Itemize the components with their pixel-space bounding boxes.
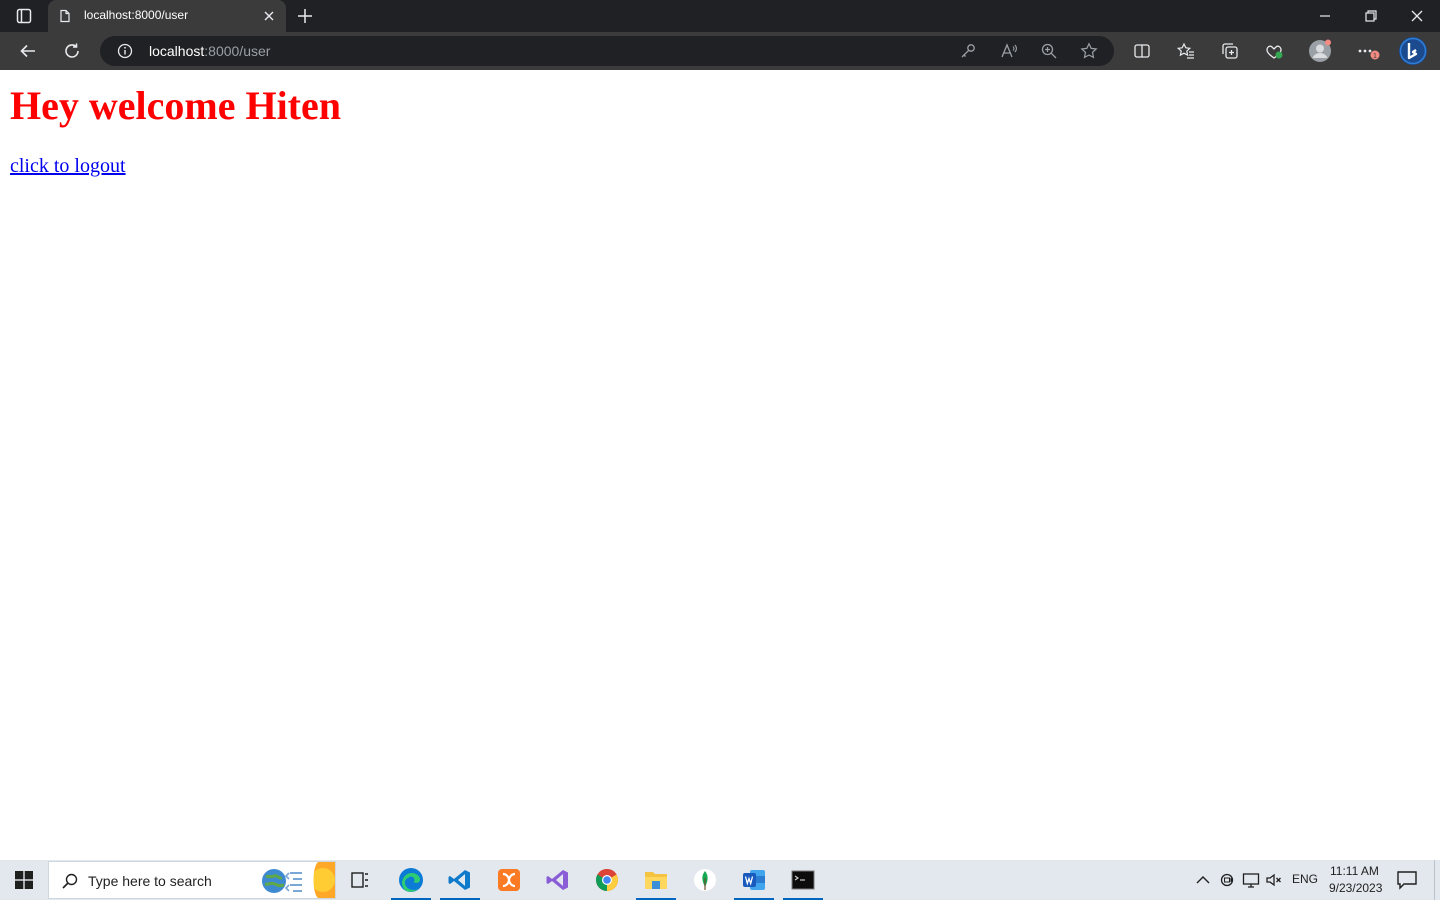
vscode-app-icon[interactable]	[438, 860, 482, 900]
network-icon[interactable]	[1242, 871, 1260, 889]
read-aloud-icon[interactable]	[1000, 42, 1018, 60]
close-icon[interactable]	[262, 9, 276, 23]
tab-title: localhost:8000/user	[84, 8, 189, 22]
file-explorer-app-icon[interactable]	[634, 860, 678, 900]
collections-icon[interactable]	[1220, 41, 1240, 61]
info-icon[interactable]	[117, 43, 133, 59]
minimize-button[interactable]	[1317, 8, 1333, 24]
page-viewport: Hey welcome Hiten click to logout	[0, 70, 1440, 860]
address-bar[interactable]: localhost:8000/user	[100, 36, 1114, 66]
tab-strip: localhost:8000/user	[0, 0, 1440, 32]
refresh-button[interactable]	[62, 41, 82, 61]
profile-avatar[interactable]	[1308, 39, 1332, 63]
back-button[interactable]	[18, 41, 38, 61]
favorite-star-icon[interactable]	[1080, 42, 1098, 60]
chevron-up-icon[interactable]	[1194, 871, 1212, 889]
search-icon	[61, 872, 79, 890]
chrome-app-icon[interactable]	[585, 860, 629, 900]
page-icon	[58, 9, 72, 23]
close-window-button[interactable]	[1409, 8, 1425, 24]
new-tab-button[interactable]	[296, 7, 314, 25]
key-icon[interactable]	[959, 42, 977, 60]
search-placeholder: Type here to search	[88, 873, 212, 889]
welcome-heading: Hey welcome Hiten	[10, 83, 341, 128]
language-indicator[interactable]: ENG	[1292, 872, 1318, 886]
clock-time[interactable]: 11:11 AM	[1330, 864, 1379, 878]
url-host: localhost	[149, 43, 205, 59]
url-text[interactable]: localhost:8000/user	[149, 43, 270, 59]
xampp-app-icon[interactable]	[487, 860, 531, 900]
show-desktop-button[interactable]	[1434, 860, 1440, 900]
meet-now-icon[interactable]	[1219, 871, 1237, 889]
restore-button[interactable]	[1363, 8, 1379, 24]
tab-actions-icon[interactable]	[12, 7, 36, 25]
edge-app-icon[interactable]	[389, 860, 433, 900]
notification-icon[interactable]	[1396, 870, 1418, 890]
clock-date[interactable]: 9/23/2023	[1329, 881, 1382, 895]
url-path: :8000/user	[204, 43, 271, 59]
terminal-app-icon[interactable]	[781, 860, 825, 900]
browser-essentials-icon[interactable]	[1264, 41, 1284, 61]
favorites-icon[interactable]	[1176, 41, 1196, 61]
word-app-icon[interactable]	[732, 860, 776, 900]
settings-more-icon[interactable]: 1	[1356, 41, 1382, 61]
windows-taskbar: Type here to search ENG 11:11 AM 9/23/20…	[0, 860, 1440, 900]
split-screen-icon[interactable]	[1132, 41, 1152, 61]
task-view-icon[interactable]	[338, 860, 382, 900]
bing-copilot-icon[interactable]	[1398, 36, 1428, 66]
taskbar-search-box[interactable]: Type here to search	[48, 861, 336, 899]
browser-tab-active[interactable]: localhost:8000/user	[48, 0, 286, 32]
windows-start-icon[interactable]	[0, 860, 48, 900]
zoom-icon[interactable]	[1040, 42, 1058, 60]
mongodb-compass-app-icon[interactable]	[683, 860, 727, 900]
search-highlight-icon[interactable]	[261, 862, 335, 898]
logout-link[interactable]: click to logout	[10, 155, 126, 178]
visual-studio-app-icon[interactable]	[536, 860, 580, 900]
svg-text:1: 1	[1373, 53, 1377, 60]
browser-toolbar: localhost:8000/user 1	[0, 32, 1440, 70]
volume-muted-icon[interactable]	[1265, 871, 1283, 889]
